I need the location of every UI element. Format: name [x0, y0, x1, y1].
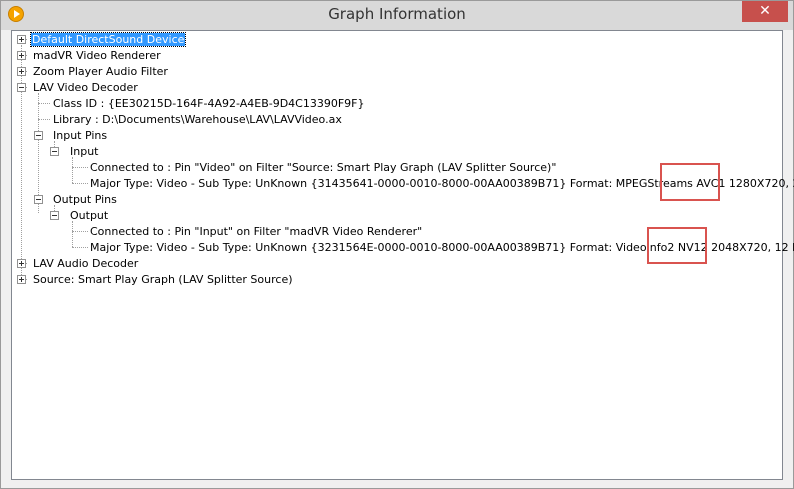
tree-connector: [38, 103, 50, 104]
tree-connector: [72, 157, 73, 183]
tree-node-input-connected[interactable]: Connected to : Pin "Video" on Filter "So…: [89, 160, 557, 176]
node-label: Output: [70, 209, 109, 222]
tree-connector: [38, 119, 50, 120]
expand-plus-icon[interactable]: [17, 259, 26, 268]
node-label: Zoom Player Audio Filter: [33, 65, 168, 78]
tree-node-library[interactable]: Library : D:\Documents\Warehouse\LAV\LAV…: [52, 112, 343, 128]
tree-node-default-directsound[interactable]: Default DirectSound Device: [29, 32, 187, 48]
tree-connector: [72, 167, 88, 168]
expand-plus-icon[interactable]: [17, 275, 26, 284]
tree-node-lav-video-decoder[interactable]: LAV Video Decoder: [32, 80, 139, 96]
collapse-minus-icon[interactable]: [34, 131, 43, 140]
tree-node-madvr[interactable]: madVR Video Renderer: [32, 48, 162, 64]
node-label: Connected to : Pin "Input" on Filter "ma…: [90, 225, 423, 238]
tree-connector: [72, 183, 88, 184]
collapse-minus-icon[interactable]: [34, 195, 43, 204]
tree-node-output[interactable]: Output: [69, 208, 109, 224]
collapse-minus-icon[interactable]: [50, 211, 59, 220]
node-label: Input Pins: [53, 129, 108, 142]
collapse-minus-icon[interactable]: [50, 147, 59, 156]
node-label: Library : D:\Documents\Warehouse\LAV\LAV…: [53, 113, 342, 126]
node-label: Connected to : Pin "Video" on Filter "So…: [90, 161, 557, 174]
title-bar[interactable]: Graph Information ✕: [1, 1, 793, 30]
window-title: Graph Information: [328, 5, 466, 23]
expand-plus-icon[interactable]: [17, 67, 26, 76]
node-label: Class ID : {EE30215D-164F-4A92-A4EB-9D4C…: [53, 97, 365, 110]
expand-plus-icon[interactable]: [17, 51, 26, 60]
tree-connector: [72, 231, 88, 232]
expand-plus-icon[interactable]: [17, 35, 26, 44]
tree-connector: [72, 247, 88, 248]
collapse-minus-icon[interactable]: [17, 83, 26, 92]
tree-node-output-connected[interactable]: Connected to : Pin "Input" on Filter "ma…: [89, 224, 423, 240]
tree-node-zoom-audio-filter[interactable]: Zoom Player Audio Filter: [32, 64, 169, 80]
tree-node-source[interactable]: Source: Smart Play Graph (LAV Splitter S…: [32, 272, 294, 288]
node-label: LAV Audio Decoder: [33, 257, 139, 270]
tree-node-input[interactable]: Input: [69, 144, 99, 160]
graph-information-window: Graph Information ✕ Default DirectSound …: [0, 0, 794, 489]
node-label: Output Pins: [53, 193, 117, 206]
node-label: madVR Video Renderer: [33, 49, 161, 62]
close-button[interactable]: ✕: [742, 1, 788, 22]
tree-connector: [21, 45, 22, 283]
node-label: Default DirectSound Device: [29, 32, 187, 47]
tree-node-output-pins[interactable]: Output Pins: [52, 192, 118, 208]
tree-node-input-pins[interactable]: Input Pins: [52, 128, 108, 144]
node-label: Input: [70, 145, 99, 158]
node-label: LAV Video Decoder: [33, 81, 138, 94]
node-label: Source: Smart Play Graph (LAV Splitter S…: [33, 273, 293, 286]
tree-node-class-id[interactable]: Class ID : {EE30215D-164F-4A92-A4EB-9D4C…: [52, 96, 366, 112]
highlight-box-output-resolution: [647, 227, 707, 264]
highlight-box-input-resolution: [660, 163, 720, 201]
tree-connector: [72, 221, 73, 247]
tree-node-lav-audio-decoder[interactable]: LAV Audio Decoder: [32, 256, 139, 272]
